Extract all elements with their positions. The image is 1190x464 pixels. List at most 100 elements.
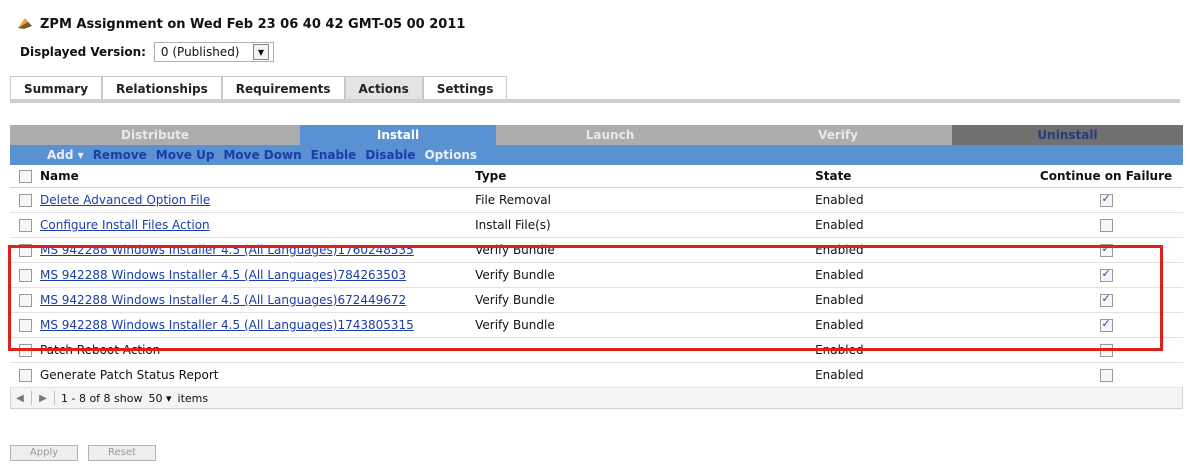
tab-summary[interactable]: Summary: [10, 76, 103, 101]
table-row: Generate Patch Status Report Enabled: [10, 362, 1183, 388]
row-select-checkbox[interactable]: [18, 219, 32, 232]
pager-range: 1 - 8 of 8 show: [61, 391, 143, 405]
add-label: Add: [47, 148, 74, 162]
tab-settings[interactable]: Settings: [422, 76, 508, 101]
action-type: [475, 337, 816, 363]
page-header: ZPM Assignment on Wed Feb 23 06 40 42 GM…: [16, 14, 465, 34]
tab-requirements[interactable]: Requirements: [221, 76, 345, 101]
actions-table: Name Type State Continue on Failure Dele…: [10, 165, 1183, 388]
table-row: Delete Advanced Option File File Removal E…: [10, 187, 1183, 213]
action-state: Enabled: [815, 337, 1030, 363]
prev-page-icon[interactable]: ◀: [15, 393, 25, 404]
action-state: Enabled: [815, 312, 1030, 338]
table-row: MS 942288 Windows Installer 4.5 (All Lan…: [10, 262, 1183, 288]
continue-on-failure-checkbox[interactable]: [1099, 317, 1113, 332]
action-type: Verify Bundle: [475, 237, 816, 263]
action-state: Enabled: [815, 212, 1030, 238]
action-type: Verify Bundle: [475, 287, 816, 313]
phase-install[interactable]: Install: [300, 125, 496, 145]
header-state[interactable]: State: [815, 165, 1030, 188]
action-state: Enabled: [815, 287, 1030, 313]
tab-underline: [10, 99, 1180, 103]
page-size-value: 50: [148, 391, 163, 405]
remove-button[interactable]: Remove: [93, 148, 147, 162]
select-all-checkbox[interactable]: [18, 170, 32, 183]
version-select-value: 0 (Published): [160, 45, 240, 59]
pager-items-label: items: [177, 391, 209, 405]
chevron-down-icon[interactable]: ▼: [252, 44, 269, 60]
row-select-checkbox[interactable]: [18, 344, 32, 357]
action-type: [475, 362, 816, 388]
version-select[interactable]: 0 (Published) ▼: [153, 42, 274, 62]
action-name[interactable]: MS 942288 Windows Installer 4.5 (All Lan…: [40, 318, 414, 332]
action-name[interactable]: MS 942288 Windows Installer 4.5 (All Lan…: [40, 293, 406, 307]
continue-on-failure-checkbox[interactable]: [1099, 219, 1113, 232]
action-name[interactable]: Configure Install Files Action: [40, 218, 210, 232]
action-name: Generate Patch Status Report: [40, 368, 219, 382]
action-state: Enabled: [815, 262, 1030, 288]
apply-button[interactable]: Apply: [10, 445, 78, 461]
action-name[interactable]: MS 942288 Windows Installer 4.5 (All Lan…: [40, 243, 414, 257]
row-select-checkbox[interactable]: [18, 319, 32, 332]
table-row: MS 942288 Windows Installer 4.5 (All Lan…: [10, 312, 1183, 338]
continue-on-failure-checkbox[interactable]: [1099, 267, 1113, 282]
header-continue-on-failure[interactable]: Continue on Failure: [1029, 165, 1183, 188]
phase-distribute[interactable]: Distribute: [10, 125, 300, 145]
row-select-checkbox[interactable]: [18, 294, 32, 307]
disable-button[interactable]: Disable: [365, 148, 415, 162]
table-row: MS 942288 Windows Installer 4.5 (All Lan…: [10, 237, 1183, 263]
page-size-select[interactable]: 50 ▾: [148, 392, 171, 405]
continue-on-failure-checkbox[interactable]: [1099, 192, 1113, 207]
row-select-checkbox[interactable]: [18, 244, 32, 257]
form-buttons: Apply Reset: [10, 445, 156, 461]
action-toolbar: Add ▾ Remove Move Up Move Down Enable Di…: [10, 145, 1183, 165]
reset-button[interactable]: Reset: [88, 445, 156, 461]
caret-down-icon: ▾: [77, 148, 84, 162]
header-name[interactable]: Name: [40, 165, 476, 188]
enable-button[interactable]: Enable: [311, 148, 357, 162]
action-name[interactable]: MS 942288 Windows Installer 4.5 (All Lan…: [40, 268, 406, 282]
header-type[interactable]: Type: [475, 165, 816, 188]
row-select-checkbox[interactable]: [18, 194, 32, 207]
phase-launch[interactable]: Launch: [496, 125, 724, 145]
action-state: Enabled: [815, 362, 1030, 388]
move-up-button[interactable]: Move Up: [156, 148, 215, 162]
action-type: Verify Bundle: [475, 262, 816, 288]
phase-tabs: Distribute Install Launch Verify Uninsta…: [10, 125, 1183, 145]
bundle-icon: [16, 16, 34, 33]
options-button[interactable]: Options: [424, 148, 477, 162]
pager-divider: [31, 391, 32, 405]
tab-bar: Summary Relationships Requirements Actio…: [10, 76, 508, 101]
action-type: Verify Bundle: [475, 312, 816, 338]
continue-on-failure-checkbox[interactable]: [1099, 292, 1113, 307]
move-down-button[interactable]: Move Down: [223, 148, 301, 162]
row-select-checkbox[interactable]: [18, 369, 32, 382]
caret-down-icon: ▾: [165, 391, 172, 405]
add-menu[interactable]: Add ▾: [47, 148, 84, 162]
pager-divider: [54, 391, 55, 405]
version-row: Displayed Version: 0 (Published) ▼: [20, 42, 274, 62]
actions-panel: Distribute Install Launch Verify Uninsta…: [10, 125, 1183, 409]
next-page-icon[interactable]: ▶: [38, 393, 48, 404]
table-header: Name Type State Continue on Failure: [10, 165, 1183, 188]
tab-relationships[interactable]: Relationships: [102, 76, 222, 101]
tab-actions[interactable]: Actions: [344, 76, 423, 101]
phase-verify[interactable]: Verify: [724, 125, 952, 145]
action-name[interactable]: Delete Advanced Option File: [40, 193, 210, 207]
phase-uninstall[interactable]: Uninstall: [952, 125, 1183, 145]
version-label: Displayed Version:: [20, 45, 146, 59]
action-state: Enabled: [815, 187, 1030, 213]
table-row: MS 942288 Windows Installer 4.5 (All Lan…: [10, 287, 1183, 313]
continue-on-failure-checkbox[interactable]: [1099, 369, 1113, 382]
row-select-checkbox[interactable]: [18, 269, 32, 282]
action-state: Enabled: [815, 237, 1030, 263]
continue-on-failure-checkbox[interactable]: [1099, 242, 1113, 257]
action-type: File Removal: [475, 187, 816, 213]
page-title: ZPM Assignment on Wed Feb 23 06 40 42 GM…: [40, 16, 466, 32]
action-type: Install File(s): [475, 212, 816, 238]
pager: ◀ ▶ 1 - 8 of 8 show 50 ▾ items: [10, 388, 1183, 409]
table-row: Patch Reboot Action Enabled: [10, 337, 1183, 363]
action-name: Patch Reboot Action: [40, 343, 161, 357]
table-row: Configure Install Files Action Install Fi…: [10, 212, 1183, 238]
continue-on-failure-checkbox[interactable]: [1099, 344, 1113, 357]
